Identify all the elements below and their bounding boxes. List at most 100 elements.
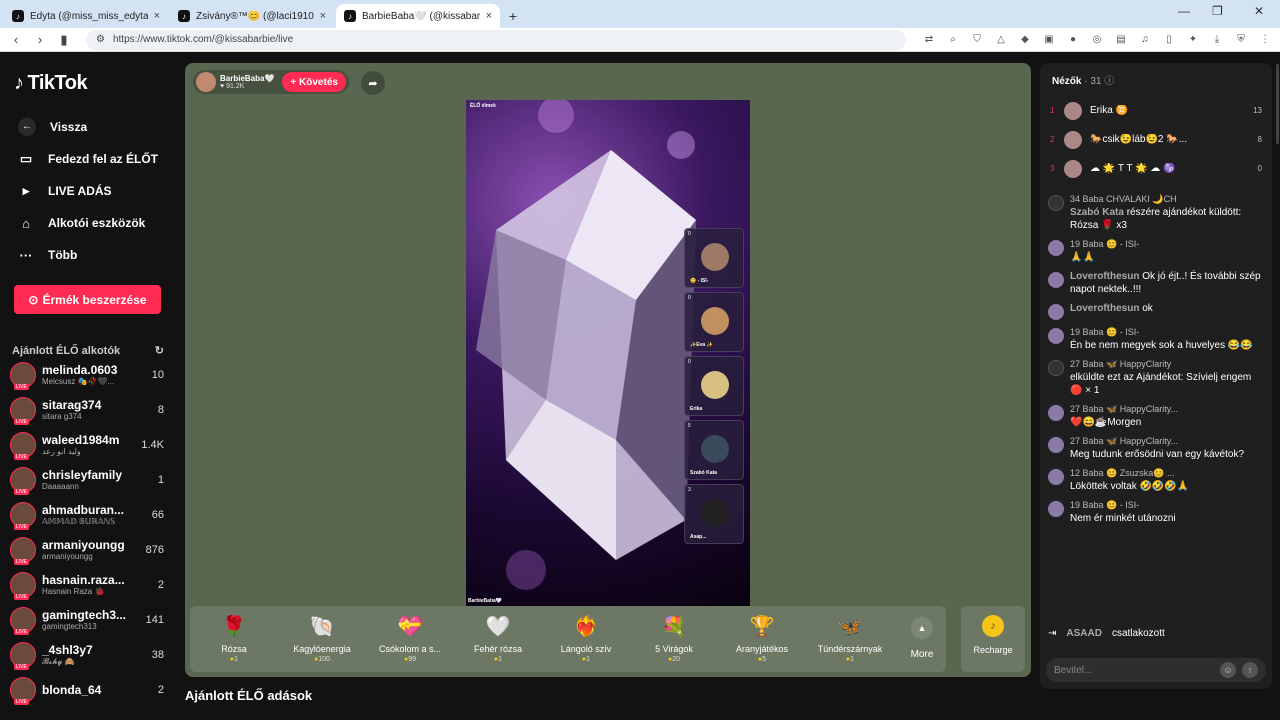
guest-tile[interactable]: 5 Szabó Kata (684, 420, 744, 480)
user-avatar[interactable] (1048, 328, 1064, 344)
creator-item[interactable]: melinda.0603Melcsusz 🎭🥀🖤... 10 (10, 357, 164, 392)
viewer-row[interactable]: 1 Erika ♊ 13 (1040, 96, 1272, 125)
sidebar-item-more[interactable]: ··· Több (14, 239, 164, 271)
browser-tab-2[interactable]: ♪ Zsivány®™😊 (@laci1910) ÉLŐ a × (170, 4, 334, 28)
guest-tile[interactable]: 0 😊 - ISI- (684, 228, 744, 288)
host-avatar[interactable] (196, 72, 216, 92)
creator-item[interactable]: hasnain.raza...Hasnain Raza 🐞 2 (10, 567, 164, 602)
extension-icon[interactable]: ▣ (1042, 34, 1056, 45)
gift-item[interactable]: 🦋 Tündérszárnyak 1 (806, 612, 894, 664)
user-avatar[interactable] (1048, 437, 1064, 453)
message-meta[interactable]: 27 Baba 🦋 HappyClarity... (1070, 435, 1264, 448)
extension-icon[interactable]: ▤ (1114, 34, 1128, 45)
follow-button[interactable]: + Követés (282, 72, 346, 92)
profile-icon[interactable]: ⛨ (1234, 34, 1248, 45)
close-tab-icon[interactable]: × (320, 10, 326, 22)
sidebar-item-explore-live[interactable]: ▭ Fedezd fel az ÉLŐT (14, 143, 164, 175)
emoji-icon[interactable]: ☺ (1220, 662, 1236, 678)
download-icon[interactable]: ⤓ (1210, 34, 1224, 45)
send-icon[interactable]: ↑ (1242, 662, 1258, 678)
creator-item[interactable]: gamingtech3...gamingtech313 141 (10, 602, 164, 637)
viewer-row[interactable]: 3 ☁ 🌟 T T 🌟 ☁ ♑ 0 (1040, 154, 1272, 183)
music-icon[interactable]: ♫ (1138, 34, 1152, 45)
sidebar-icon[interactable]: ▯ (1162, 34, 1176, 45)
join-user[interactable]: ASAAD (1066, 628, 1102, 639)
back-button[interactable]: ← Vissza (14, 111, 164, 143)
message-meta[interactable]: 34 Baba CHVALAKI 🌙CH (1070, 193, 1264, 206)
close-window-icon[interactable]: ✕ (1254, 4, 1264, 18)
gift-item[interactable]: 🌹 Rózsa 1 (190, 612, 278, 664)
user-avatar[interactable] (1048, 469, 1064, 485)
share-button[interactable]: ➦ (361, 71, 385, 95)
creator-item[interactable]: blonda_64 2 (10, 672, 164, 707)
join-notice: ⇥ ASAAD csatlakozott (1048, 628, 1165, 639)
join-icon: ⇥ (1048, 628, 1057, 639)
tiktok-logo[interactable]: ♪ TikTok (14, 72, 164, 95)
sidebar-item-live[interactable]: ▸ LIVE ADÁS (14, 175, 164, 207)
extension-icon[interactable]: ● (1066, 34, 1080, 45)
guest-tile[interactable]: 0 Erika (684, 356, 744, 416)
message-meta[interactable]: 19 Baba 😊 - ISI- (1070, 499, 1264, 512)
get-coins-button[interactable]: ⊙ Érmék beszerzése (14, 285, 161, 314)
gift-item[interactable]: 🏆 Aranyjátékos 5 (718, 612, 806, 664)
user-avatar[interactable] (1048, 272, 1064, 288)
user-avatar[interactable] (1048, 240, 1064, 256)
browser-tab-1[interactable]: ♪ Edyta (@miss_miss_edyta) ÉLŐ ad × (4, 4, 168, 28)
recommended-creators-header: Ajánlott ÉLŐ alkotók ↻ (12, 344, 164, 358)
message-meta[interactable]: 12 Baba 😊 Zsuzska😊 ... (1070, 467, 1264, 480)
address-bar[interactable]: ⚙ https://www.tiktok.com/@kissabarbie/li… (86, 29, 906, 50)
close-tab-icon[interactable]: × (486, 10, 492, 22)
extension-icon[interactable]: ◎ (1090, 34, 1104, 45)
message-user[interactable]: Szabó Kata (1070, 207, 1124, 218)
message-meta[interactable]: 27 Baba 🦋 HappyClarity... (1070, 403, 1264, 416)
back-arrow-icon[interactable]: ‹ (8, 32, 24, 47)
message-user[interactable]: Loverofthesun (1070, 271, 1139, 282)
message-meta[interactable]: 27 Baba 🦋 HappyClarity (1070, 358, 1264, 371)
guest-tile[interactable]: 3 Asap... (684, 484, 744, 544)
creator-item[interactable]: _4shl3y7𝓑𝓼𝓱𝔂 🙈 38 (10, 637, 164, 672)
gift-item[interactable]: 🤍 Fehér rózsa 1 (454, 612, 542, 664)
creator-item[interactable]: armaniyounggarmaniyoungg 876 (10, 532, 164, 567)
user-avatar[interactable] (1048, 304, 1064, 320)
extension-icon[interactable]: ◆ (1018, 34, 1032, 45)
viewer-row[interactable]: 2 🐎csik😉láb😉2 🐎... 8 (1040, 125, 1272, 154)
creator-item[interactable]: chrisleyfamilyDaaaaann 1 (10, 462, 164, 497)
host-info[interactable]: BarbieBaba🤍 ♥ 91.2K + Követés (193, 70, 349, 94)
site-info-icon[interactable]: ⚙ (96, 34, 105, 45)
user-avatar[interactable] (1048, 405, 1064, 421)
creator-item[interactable]: waleed1984mوليد ابو رعد 1.4K (10, 427, 164, 462)
zoom-icon[interactable]: ⌕ (946, 34, 960, 45)
host-name[interactable]: BarbieBaba🤍 (220, 74, 274, 83)
recharge-button[interactable]: ♪ Recharge (961, 606, 1025, 672)
forward-arrow-icon[interactable]: › (32, 32, 48, 47)
bookmark-icon[interactable]: ▮ (56, 32, 72, 48)
minimize-icon[interactable]: — (1178, 4, 1190, 18)
chat-input[interactable]: Bevitel... ☺ ↑ (1046, 658, 1266, 682)
live-video[interactable]: ÉLŐ élmek BarbieBaba🤍 0 😊 - ISI- 0 ✨Eva … (466, 100, 750, 606)
message-meta[interactable]: 19 Baba 😊 - ISI- (1070, 238, 1264, 251)
browser-tab-3[interactable]: ♪ BarbieBaba🤍 (@kissabarbie) × (336, 4, 500, 28)
message-user[interactable]: Loverofthesun (1070, 303, 1139, 314)
extensions-icon[interactable]: ✦ (1186, 34, 1200, 45)
sidebar-item-creator-tools[interactable]: ⌂ Alkotói eszközök (14, 207, 164, 239)
guest-tile[interactable]: 0 ✨Eva ✨ (684, 292, 744, 352)
menu-icon[interactable]: ⋮ (1258, 34, 1272, 45)
gift-item[interactable]: 💐 5 Virágok 20 (630, 612, 718, 664)
new-tab-button[interactable]: + (502, 5, 524, 27)
gift-item[interactable]: 💝 Csókolom a s... 99 (366, 612, 454, 664)
more-gifts-button[interactable]: ▲ More (898, 612, 946, 660)
shield-icon[interactable]: ⛉ (970, 34, 984, 45)
close-tab-icon[interactable]: × (154, 10, 160, 22)
user-avatar[interactable] (1048, 501, 1064, 517)
info-icon[interactable]: ⓘ (1104, 76, 1114, 87)
scrollbar[interactable] (1276, 64, 1279, 144)
gift-item[interactable]: ❤️‍🔥 Lángoló szív 1 (542, 612, 630, 664)
restore-icon[interactable]: ❐ (1212, 4, 1223, 18)
message-meta[interactable]: 19 Baba 😊 - ISI- (1070, 326, 1264, 339)
translate-icon[interactable]: ⇄ (922, 34, 936, 45)
creator-item[interactable]: sitarag374sitara g374 8 (10, 392, 164, 427)
refresh-icon[interactable]: ↻ (155, 344, 164, 357)
triangle-icon[interactable]: △ (994, 34, 1008, 45)
gift-item[interactable]: 🐚 Kagylóenergia 100 (278, 612, 366, 664)
creator-item[interactable]: ahmadburan...𝔸𝕄𝕄𝔸𝔻 𝔹𝕌ℝ𝔸ℕ𝕊 66 (10, 497, 164, 532)
